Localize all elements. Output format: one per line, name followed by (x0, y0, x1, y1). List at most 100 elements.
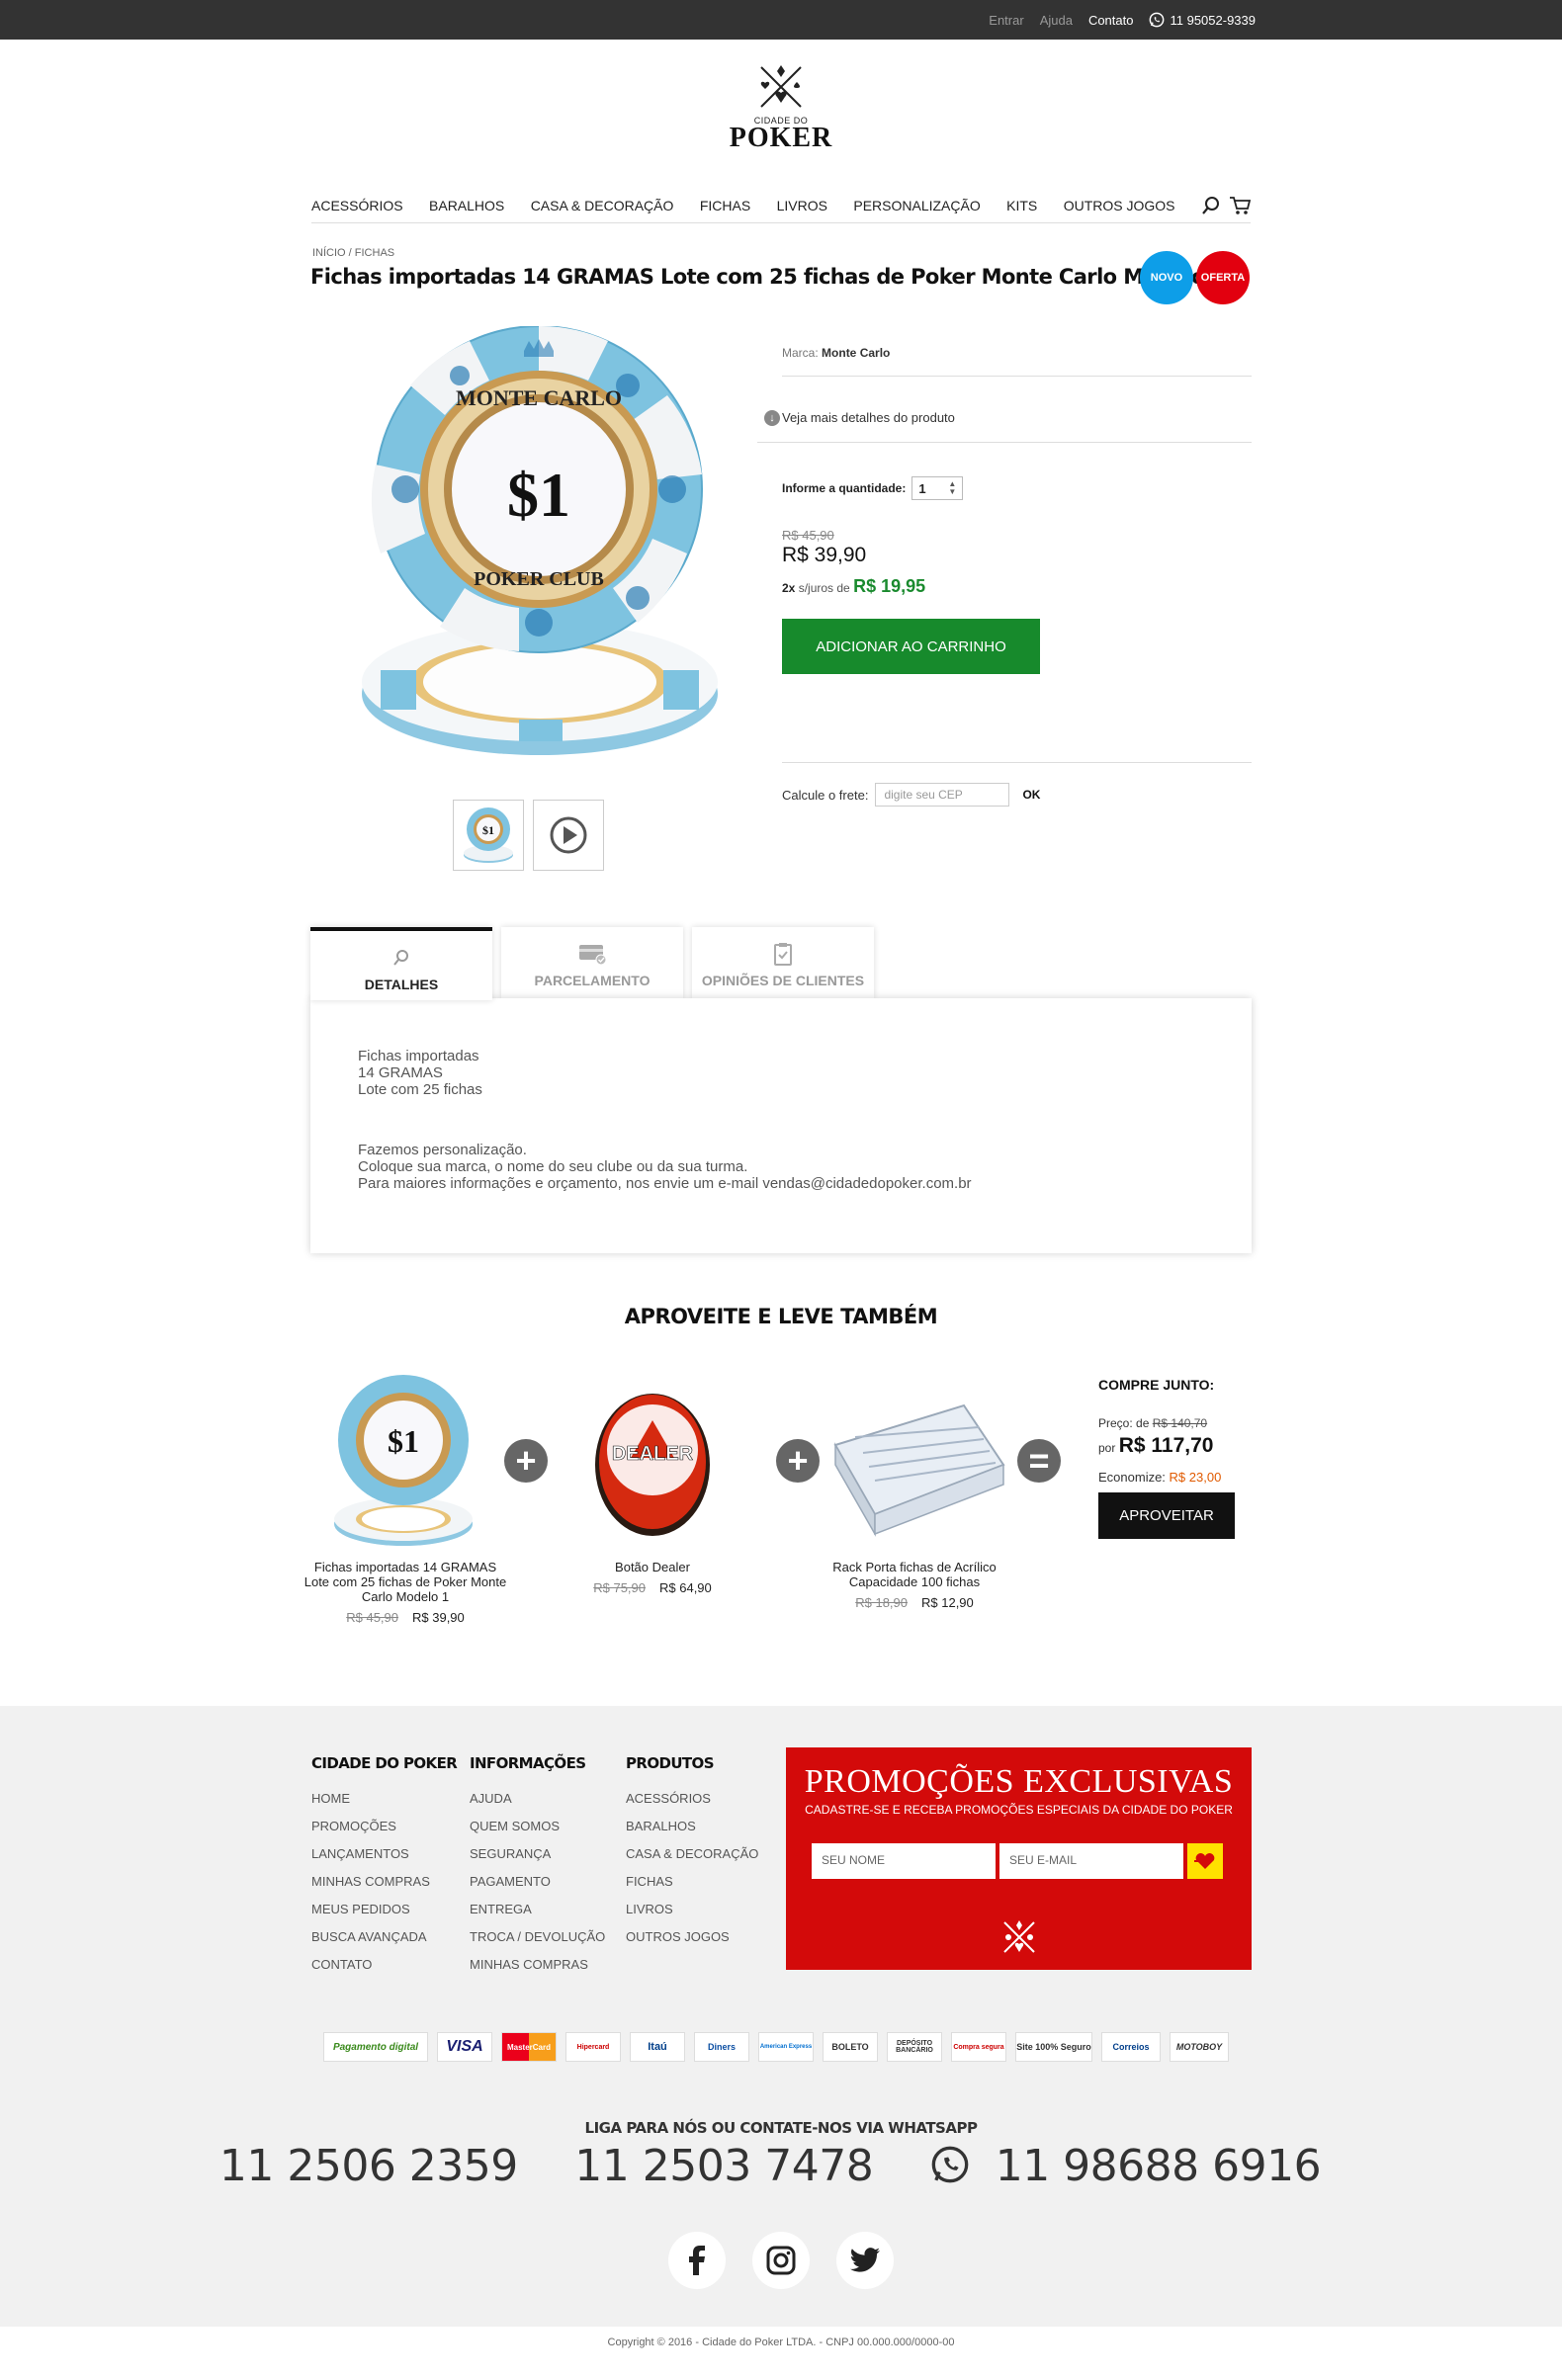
thumbnail-image[interactable]: $1 (453, 800, 524, 871)
aproveitar-button[interactable]: APROVEITAR (1098, 1492, 1235, 1539)
copyright: Copyright © 2016 - Cidade do Poker LTDA.… (607, 2337, 955, 2348)
poker-chips-image: $1 (334, 1375, 473, 1546)
tab-opinioes[interactable]: OPINIÕES DE CLIENTES (692, 927, 874, 998)
quantity-select[interactable]: 1 ▲ ▼ (911, 476, 964, 500)
badge-new: NOVO (1140, 251, 1193, 304)
whatsapp-link[interactable]: 11 95052-9339 (1149, 12, 1256, 28)
acrylic-rack-image (833, 1403, 1005, 1537)
facebook-button[interactable] (668, 2232, 726, 2289)
details-line: Fazemos personalização. (358, 1142, 527, 1158)
footer-link[interactable]: SEGURANÇA (470, 1840, 605, 1868)
payment-deposito: DEPÓSITO BANCÁRIO (887, 2032, 942, 2062)
footer-link[interactable]: OUTROS JOGOS (626, 1923, 758, 1951)
combo-item-old-price: R$ 75,90 (593, 1580, 646, 1595)
footer-link[interactable]: CONTATO (311, 1951, 457, 1979)
details-line: Para maiores informações e orçamento, no… (358, 1175, 972, 1192)
combo-item[interactable]: DEALER Botão Dealer R$ 75,90 R$ 64,90 (549, 1366, 756, 1595)
footer-link[interactable]: ACESSÓRIOS (626, 1785, 758, 1813)
more-details-label: Veja mais detalhes do produto (782, 410, 955, 425)
nav-item-acessorios[interactable]: ACESSÓRIOS (311, 198, 403, 213)
buy-together-title: COMPRE JUNTO: (1098, 1377, 1215, 1393)
contact-link[interactable]: Contato (1088, 13, 1134, 28)
tab-panel-details: Fichas importadas 14 GRAMAS Lote com 25 … (310, 998, 1252, 1253)
quantity-label: Informe a quantidade: (782, 481, 907, 495)
nav-item-casa-decoracao[interactable]: CASA & DECORAÇÃO (531, 198, 674, 213)
nav-item-fichas[interactable]: FICHAS (700, 198, 750, 213)
tab-parcelamento[interactable]: PARCELAMENTO (501, 927, 683, 998)
thumbnail-video[interactable] (533, 800, 604, 871)
footer-link[interactable]: HOME (311, 1785, 457, 1813)
site-logo[interactable]: CIDADE DO POKER (729, 61, 833, 156)
footer-col-title: PRODUTOS (626, 1754, 715, 1772)
arrow-down-circle-icon: ↓ (764, 409, 780, 426)
nav-item-livros[interactable]: LIVROS (777, 198, 827, 213)
tab-detalhes[interactable]: DETALHES (310, 927, 492, 1000)
chip-value: $1 (507, 460, 570, 530)
logo-line2: POKER (729, 123, 833, 153)
combo-item[interactable]: $1 Fichas importadas 14 GRAMAS Lote com … (302, 1366, 509, 1625)
footer-link[interactable]: LANÇAMENTOS (311, 1840, 457, 1868)
login-link[interactable]: Entrar (989, 13, 1023, 28)
stepper-icon: ▲ ▼ (948, 479, 957, 496)
cart-icon[interactable] (1229, 196, 1251, 215)
newsletter-subtitle: CADASTRE-SE E RECEBA PROMOÇÕES ESPECIAIS… (805, 1803, 1233, 1817)
footer-link[interactable]: FICHAS (626, 1868, 758, 1896)
combo-price-from: Preço: de R$ 140,70 (1098, 1416, 1257, 1430)
footer-link[interactable]: TROCA / DEVOLUÇÃO (470, 1923, 605, 1951)
nav-item-kits[interactable]: KITS (1006, 198, 1037, 213)
cep-input[interactable]: digite seu CEP (875, 783, 1010, 807)
breadcrumb[interactable]: INÍCIO / FICHAS (312, 247, 394, 259)
installments-count: 2x (782, 581, 796, 595)
footer-link[interactable]: BUSCA AVANÇADA (311, 1923, 457, 1951)
footer-col-produtos: PRODUTOS ACESSÓRIOS BARALHOS CASA & DECO… (626, 1754, 758, 1951)
footer-link[interactable]: AJUDA (470, 1785, 605, 1813)
combo-item-name: Botão Dealer (615, 1560, 690, 1574)
payment-diners: Diners (694, 2032, 749, 2062)
search-icon (393, 950, 408, 966)
footer-link[interactable]: MINHAS COMPRAS (470, 1951, 605, 1979)
search-icon[interactable] (1201, 196, 1221, 215)
brand-value[interactable]: Monte Carlo (822, 346, 890, 360)
instagram-icon (766, 2246, 796, 2275)
footer-link[interactable]: MEUS PEDIDOS (311, 1896, 457, 1923)
footer-link[interactable]: ENTREGA (470, 1896, 605, 1923)
shipping-ok-button[interactable]: OK (1022, 788, 1040, 802)
combo-item-price: R$ 39,90 (412, 1610, 465, 1625)
add-to-cart-button[interactable]: ADICIONAR AO CARRINHO (782, 619, 1040, 674)
twitter-icon (850, 2248, 880, 2272)
whatsapp-icon (931, 2146, 969, 2183)
nav-item-baralhos[interactable]: BARALHOS (429, 198, 504, 213)
phone-3-whatsapp[interactable]: 11 98688 6916 (930, 2141, 1343, 2191)
phone-2[interactable]: 11 2503 7478 (574, 2141, 873, 2191)
newsletter-email-input[interactable]: SEU E-MAIL (999, 1843, 1183, 1879)
combo-item[interactable]: Rack Porta fichas de Acrílico Capacidade… (811, 1366, 1018, 1610)
footer-link[interactable]: PROMOÇÕES (311, 1813, 457, 1840)
footer-link[interactable]: PAGAMENTO (470, 1868, 605, 1896)
footer-link[interactable]: MINHAS COMPRAS (311, 1868, 457, 1896)
help-link[interactable]: Ajuda (1040, 13, 1073, 28)
product-image-poker-chips[interactable]: MONTE CARLO $1 POKER CLUB (351, 326, 727, 761)
footer-link[interactable]: BARALHOS (626, 1813, 758, 1840)
newsletter-name-input[interactable]: SEU NOME (812, 1843, 996, 1879)
dealer-text: DEALER (612, 1443, 694, 1465)
instagram-button[interactable] (752, 2232, 810, 2289)
phone-numbers: 11 2506 2359 11 2503 7478 11 98688 6916 (0, 2141, 1562, 2191)
footer-col-title: INFORMAÇÕES (470, 1754, 586, 1772)
divider (782, 762, 1252, 763)
twitter-button[interactable] (836, 2232, 894, 2289)
footer-link[interactable]: CASA & DECORAÇÃO (626, 1840, 758, 1868)
more-details-link[interactable]: ↓ Veja mais detalhes do produto (757, 393, 1252, 443)
details-line: Fichas importadas (358, 1048, 479, 1064)
payment-amex: American Express (758, 2032, 814, 2062)
details-line: Coloque sua marca, o nome do seu clube o… (358, 1158, 748, 1175)
combo-chip-value: $1 (388, 1423, 419, 1459)
footer-link[interactable]: LIVROS (626, 1896, 758, 1923)
phone-1[interactable]: 11 2506 2359 (219, 2141, 518, 2191)
product-title: Fichas importadas 14 GRAMAS Lote com 25 … (310, 265, 1226, 289)
nav-item-personalizacao[interactable]: PERSONALIZAÇÃO (853, 198, 980, 213)
nav-item-outros-jogos[interactable]: OUTROS JOGOS (1064, 198, 1175, 213)
combo-item-old-price: R$ 18,90 (855, 1595, 908, 1610)
payment-pagamento-digital: Pagamento digital (323, 2032, 428, 2062)
newsletter-submit-button[interactable] (1187, 1843, 1223, 1879)
footer-link[interactable]: QUEM SOMOS (470, 1813, 605, 1840)
